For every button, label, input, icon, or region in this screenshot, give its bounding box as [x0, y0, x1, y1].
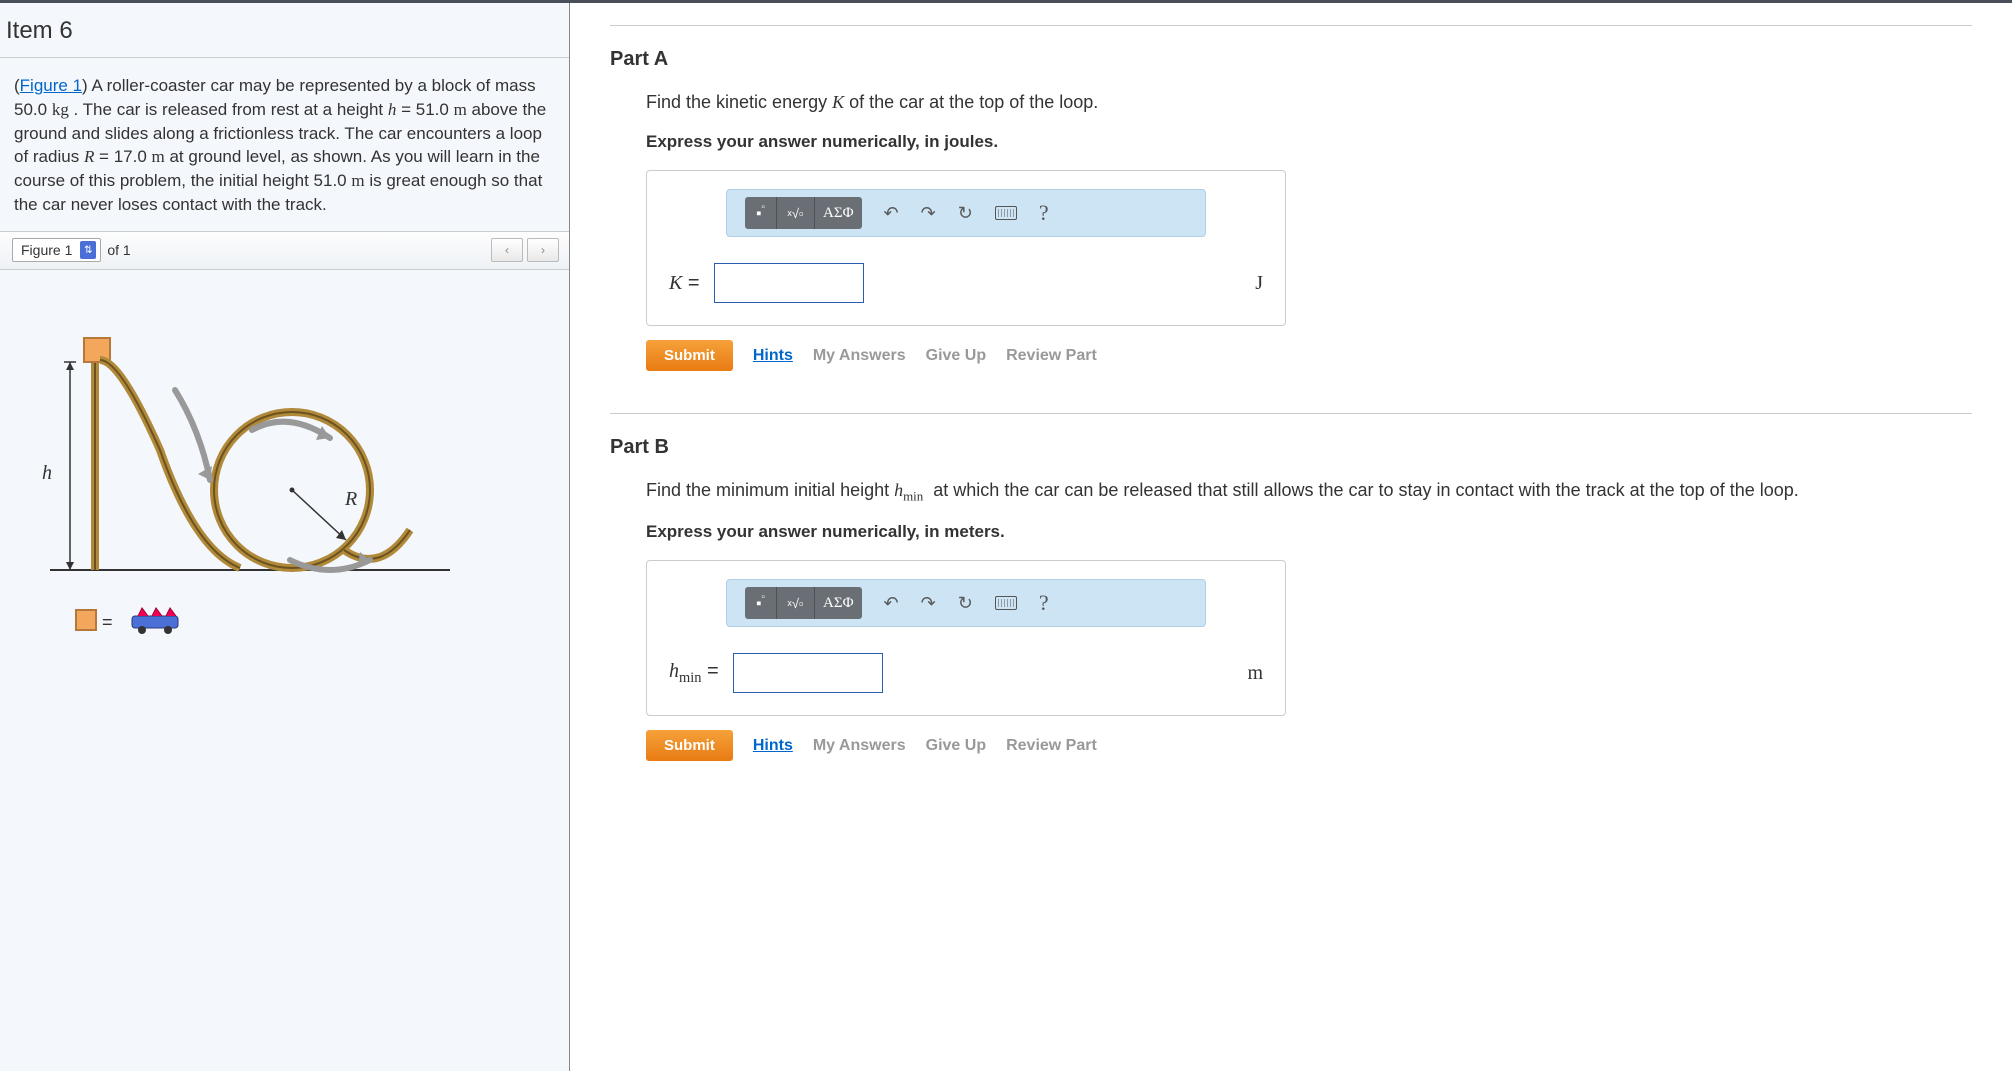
templates-button[interactable]: ▪▫: [745, 587, 777, 619]
part-a-answer-box: ▪▫ x√▫ ΑΣΦ ↶ ↷ ↻ ? K = J: [646, 170, 1286, 326]
greek-button[interactable]: ΑΣΦ: [815, 197, 862, 229]
variable-label: hmin =: [669, 660, 719, 687]
problem-text: (Figure 1) A roller-coaster car may be r…: [0, 58, 569, 232]
part-a: Part A Find the kinetic energy K of the …: [610, 25, 1972, 371]
part-a-hint: Express your answer numerically, in joul…: [646, 132, 1972, 152]
sqrt-button[interactable]: x√▫: [777, 197, 815, 229]
part-b-answer-box: ▪▫ x√▫ ΑΣΦ ↶ ↷ ↻ ? hmin = m: [646, 560, 1286, 716]
right-pane: Part A Find the kinetic energy K of the …: [570, 3, 2012, 1071]
legend-equals: =: [102, 612, 113, 633]
keyboard-icon[interactable]: [995, 206, 1017, 220]
keyboard-icon[interactable]: [995, 596, 1017, 610]
figure-count: of 1: [107, 242, 130, 258]
equation-toolbar: ▪▫ x√▫ ΑΣΦ ↶ ↷ ↻ ?: [726, 189, 1206, 237]
give-up-link[interactable]: Give Up: [926, 347, 986, 365]
h-label: h: [42, 462, 52, 485]
r-label: R: [345, 488, 357, 511]
part-b-hint: Express your answer numerically, in mete…: [646, 522, 1972, 542]
help-icon[interactable]: ?: [1039, 590, 1049, 616]
submit-button[interactable]: Submit: [646, 340, 733, 371]
unit-label-a: J: [1255, 272, 1263, 295]
sqrt-button[interactable]: x√▫: [777, 587, 815, 619]
part-a-question: Find the kinetic energy K of the car at …: [646, 89, 1972, 116]
greek-button[interactable]: ΑΣΦ: [815, 587, 862, 619]
variable-label: K =: [669, 272, 700, 295]
submit-button[interactable]: Submit: [646, 730, 733, 761]
figure-diagram: h R =: [0, 270, 569, 705]
part-b-title: Part B: [610, 436, 1972, 459]
spinner-icon: ⇅: [80, 241, 96, 259]
reset-icon[interactable]: ↻: [958, 593, 973, 614]
figure-nav-bar: Figure 1 ⇅ of 1 ‹ ›: [0, 232, 569, 270]
review-part-link[interactable]: Review Part: [1006, 737, 1097, 755]
answer-input-a[interactable]: [714, 263, 864, 303]
hints-link[interactable]: Hints: [753, 737, 793, 755]
unit-label-b: m: [1247, 662, 1263, 685]
figure-prev-button[interactable]: ‹: [491, 238, 523, 262]
equation-toolbar: ▪▫ x√▫ ΑΣΦ ↶ ↷ ↻ ?: [726, 579, 1206, 627]
figure-selector[interactable]: Figure 1 ⇅: [12, 238, 101, 262]
give-up-link[interactable]: Give Up: [926, 737, 986, 755]
part-a-actions: Submit Hints My Answers Give Up Review P…: [646, 340, 1972, 371]
item-title: Item 6: [0, 3, 569, 58]
review-part-link[interactable]: Review Part: [1006, 347, 1097, 365]
my-answers-link[interactable]: My Answers: [813, 737, 906, 755]
redo-icon[interactable]: ↷: [921, 593, 936, 614]
help-icon[interactable]: ?: [1039, 200, 1049, 226]
answer-input-b[interactable]: [733, 653, 883, 693]
part-b-actions: Submit Hints My Answers Give Up Review P…: [646, 730, 1972, 761]
left-pane: Item 6 (Figure 1) A roller-coaster car m…: [0, 3, 570, 1071]
part-a-title: Part A: [610, 48, 1972, 71]
figure-next-button[interactable]: ›: [527, 238, 559, 262]
figure-link[interactable]: Figure 1: [20, 76, 82, 95]
redo-icon[interactable]: ↷: [921, 203, 936, 224]
part-b-question: Find the minimum initial height hmin at …: [646, 477, 1972, 506]
undo-icon[interactable]: ↶: [884, 203, 899, 224]
reset-icon[interactable]: ↻: [958, 203, 973, 224]
part-b: Part B Find the minimum initial height h…: [610, 413, 1972, 761]
my-answers-link[interactable]: My Answers: [813, 347, 906, 365]
undo-icon[interactable]: ↶: [884, 593, 899, 614]
templates-button[interactable]: ▪▫: [745, 197, 777, 229]
hints-link[interactable]: Hints: [753, 347, 793, 365]
